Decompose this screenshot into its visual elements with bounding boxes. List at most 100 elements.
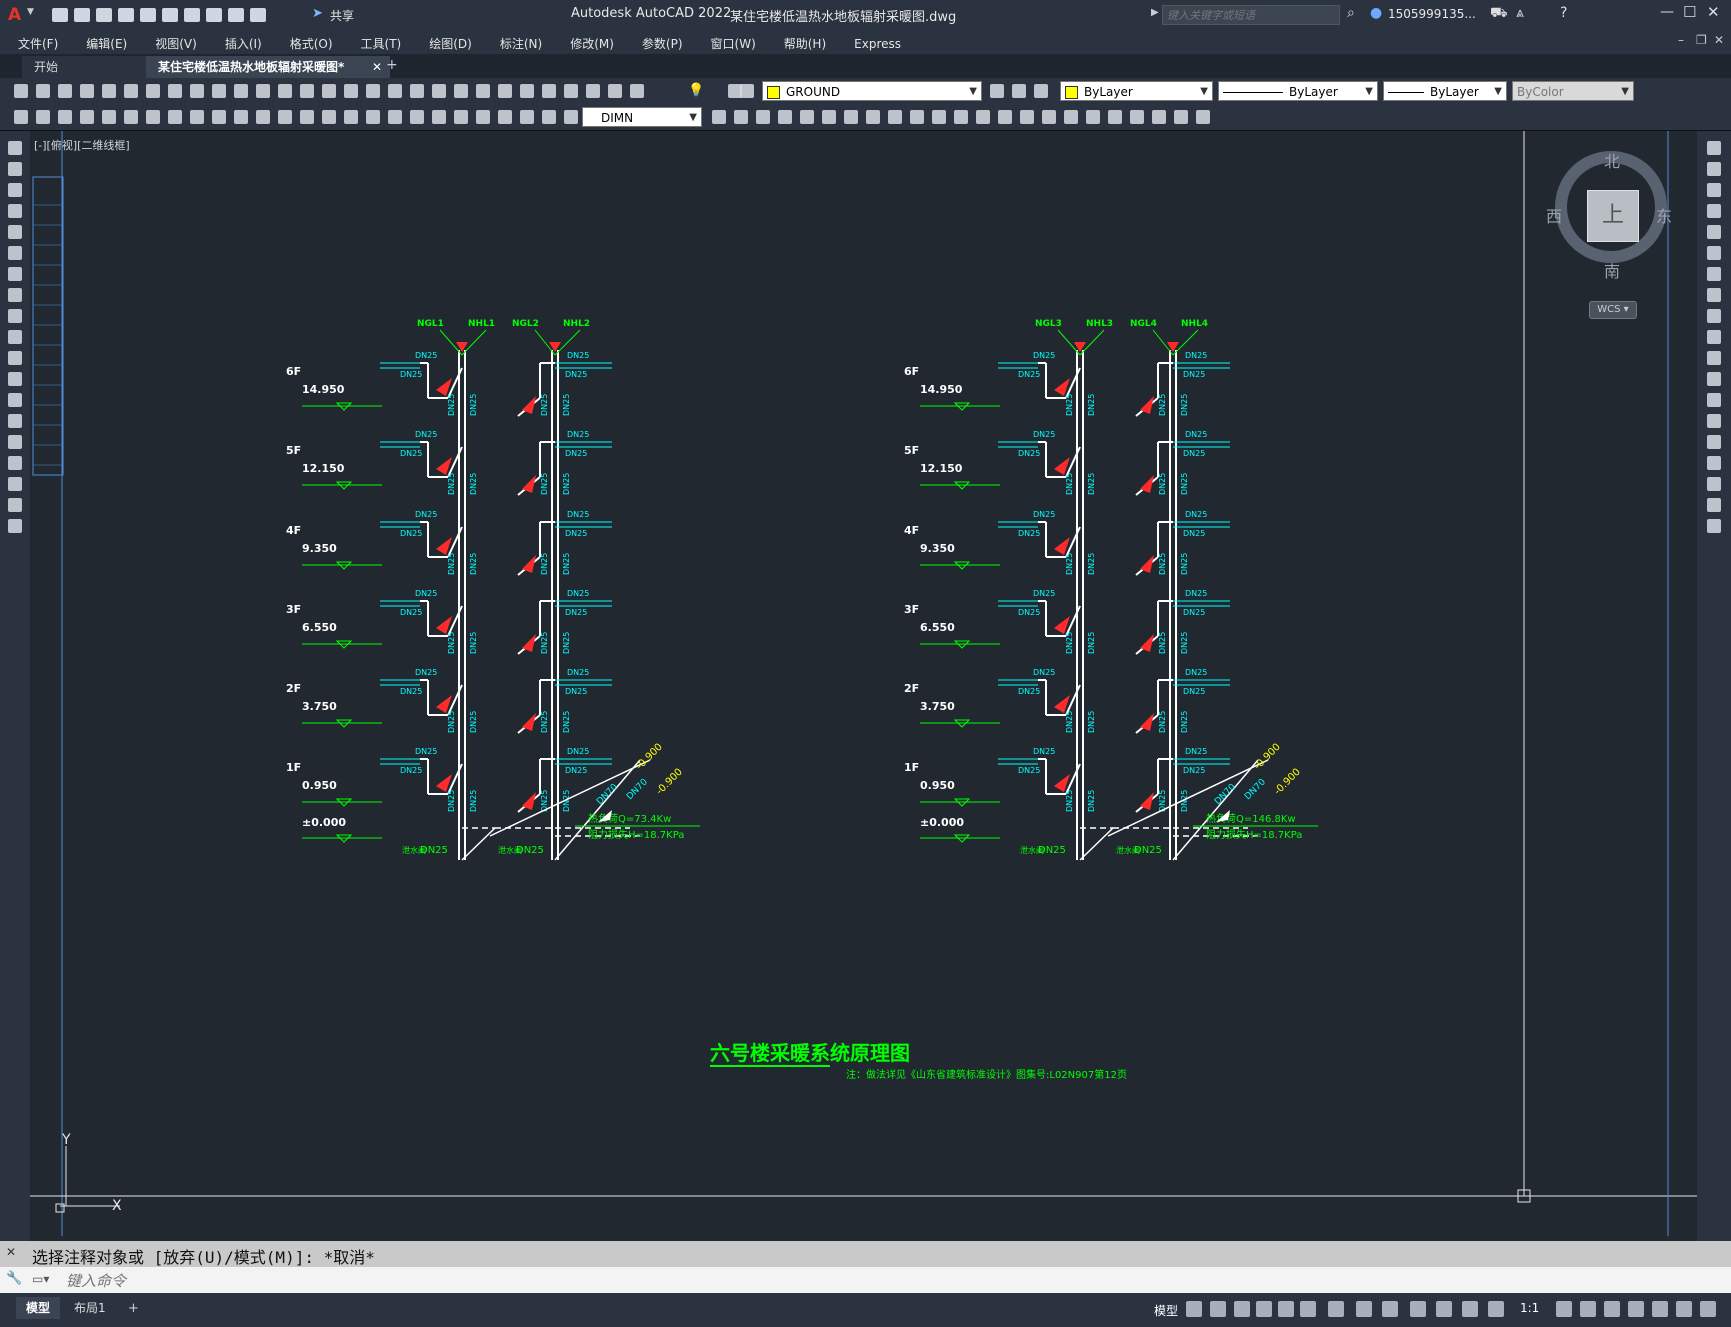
menu-tools[interactable]: 工具(T) [361,35,402,52]
status-toggle-11-icon[interactable] [1436,1301,1452,1317]
modify-tool-1-icon[interactable] [1707,141,1721,155]
menu-format[interactable]: 格式(O) [290,35,333,52]
menu-window[interactable]: 窗口(W) [711,35,756,52]
dim-tool-42-icon[interactable] [1042,110,1056,124]
draw-tool-8-icon[interactable] [8,288,22,302]
standard-tool-5-icon[interactable] [102,84,116,98]
doc-minimize-icon[interactable]: – [1678,33,1684,47]
standard-tool-1-icon[interactable] [14,84,28,98]
draw-tool-17-icon[interactable] [8,477,22,491]
dim-tool-27-icon[interactable] [712,110,726,124]
standard-tool-3-icon[interactable] [58,84,72,98]
standard-tool-22-icon[interactable] [476,84,490,98]
dim-tool-47-icon[interactable] [1152,110,1166,124]
dim-tool-8-icon[interactable] [168,110,182,124]
modify-tool-8-icon[interactable] [1707,288,1721,302]
menu-draw[interactable]: 绘图(D) [429,35,472,52]
draw-tool-10-icon[interactable] [8,330,22,344]
status-toggle-10-icon[interactable] [1410,1301,1426,1317]
menu-modify[interactable]: 修改(M) [570,35,614,52]
modify-tool-2-icon[interactable] [1707,162,1721,176]
dim-tool-49-icon[interactable] [1196,110,1210,124]
status-toggle-1-icon[interactable] [1186,1301,1202,1317]
status-toggle-6-icon[interactable] [1300,1301,1316,1317]
draw-tool-13-icon[interactable] [8,393,22,407]
draw-tool-3-icon[interactable] [8,183,22,197]
dim-tool-7-icon[interactable] [146,110,160,124]
menu-edit[interactable]: 编辑(E) [86,35,127,52]
status-toggle-8-icon[interactable] [1356,1301,1372,1317]
draw-tool-6-icon[interactable] [8,246,22,260]
undo-icon[interactable] [206,8,222,22]
draw-tool-5-icon[interactable] [8,225,22,239]
dim-tool-43-icon[interactable] [1064,110,1078,124]
dim-tool-34-icon[interactable] [866,110,880,124]
standard-tool-25-icon[interactable] [542,84,556,98]
a360-icon[interactable]: ⩓ [1516,5,1524,21]
dim-tool-2-icon[interactable] [36,110,50,124]
customize-icon[interactable] [250,8,266,22]
dim-tool-18-icon[interactable] [388,110,402,124]
draw-tool-19-icon[interactable] [8,519,22,533]
dim-tool-37-icon[interactable] [932,110,946,124]
status-toggle-19-icon[interactable] [1676,1301,1692,1317]
draw-tool-7-icon[interactable] [8,267,22,281]
menu-help[interactable]: 帮助(H) [784,35,826,52]
standard-tool-17-icon[interactable] [366,84,380,98]
status-toggle-12-icon[interactable] [1462,1301,1478,1317]
modify-tool-3-icon[interactable] [1707,183,1721,197]
standard-tool-14-icon[interactable] [300,84,314,98]
dimstyle-dropdown[interactable]: DIMN ▼ [582,107,702,127]
minimize-icon[interactable]: — [1660,4,1674,20]
menu-parametric[interactable]: 参数(P) [642,35,683,52]
modify-tool-7-icon[interactable] [1707,267,1721,281]
cart-icon[interactable]: ⛟ [1490,5,1508,23]
draw-tool-15-icon[interactable] [8,435,22,449]
standard-tool-32-icon[interactable] [990,84,1004,98]
dim-tool-38-icon[interactable] [954,110,968,124]
standard-tool-31-icon[interactable] [740,84,754,98]
linetype-dropdown[interactable]: ByLayer ▼ [1218,81,1378,101]
draw-tool-18-icon[interactable] [8,498,22,512]
new-icon[interactable] [52,8,68,22]
close-icon[interactable]: ✕ [1707,3,1720,21]
save-icon[interactable] [96,8,112,22]
draw-tool-12-icon[interactable] [8,372,22,386]
dim-tool-11-icon[interactable] [234,110,248,124]
standard-tool-24-icon[interactable] [520,84,534,98]
standard-tool-16-icon[interactable] [344,84,358,98]
annotation-scale[interactable]: 1:1 [1520,1301,1539,1315]
standard-tool-33-icon[interactable] [1012,84,1026,98]
modify-tool-12-icon[interactable] [1707,372,1721,386]
new-tab-button[interactable]: + [386,57,398,73]
dim-tool-22-icon[interactable] [476,110,490,124]
dim-tool-9-icon[interactable] [190,110,204,124]
dim-tool-31-icon[interactable] [800,110,814,124]
viewcube-west[interactable]: 西 [1546,203,1562,227]
dim-tool-36-icon[interactable] [910,110,924,124]
modify-tool-5-icon[interactable] [1707,225,1721,239]
status-toggle-18-icon[interactable] [1652,1301,1668,1317]
drawing-canvas[interactable]: [-][俯视][二维线框] Y X NGL1 NHL1 NGL2 NHL2 6F 14.950… [30,131,1697,1236]
share-button[interactable]: 共享 [330,7,354,24]
status-toggle-7-icon[interactable] [1328,1301,1344,1317]
command-input[interactable] [64,1269,1668,1293]
layer-on-icon[interactable]: 💡 [688,83,704,98]
dim-tool-25-icon[interactable] [542,110,556,124]
menu-file[interactable]: 文件(F) [18,35,58,52]
tab-document[interactable]: 某住宅楼低温热水地板辐射采暖图* ✕ [146,56,390,78]
menu-express[interactable]: Express [854,37,901,51]
status-toggle-14-icon[interactable] [1556,1301,1572,1317]
dim-tool-4-icon[interactable] [80,110,94,124]
dim-tool-3-icon[interactable] [58,110,72,124]
app-menu-arrow-icon[interactable]: ▼ [27,7,34,17]
redo-icon[interactable] [228,8,244,22]
draw-tool-2-icon[interactable] [8,162,22,176]
status-toggle-9-icon[interactable] [1382,1301,1398,1317]
wrench-icon[interactable]: 🔧 [6,1271,22,1286]
dim-tool-35-icon[interactable] [888,110,902,124]
add-layout-button[interactable]: + [128,1301,139,1316]
modify-tool-11-icon[interactable] [1707,351,1721,365]
color-dropdown[interactable]: ByLayer ▼ [1060,81,1213,101]
status-toggle-15-icon[interactable] [1580,1301,1596,1317]
